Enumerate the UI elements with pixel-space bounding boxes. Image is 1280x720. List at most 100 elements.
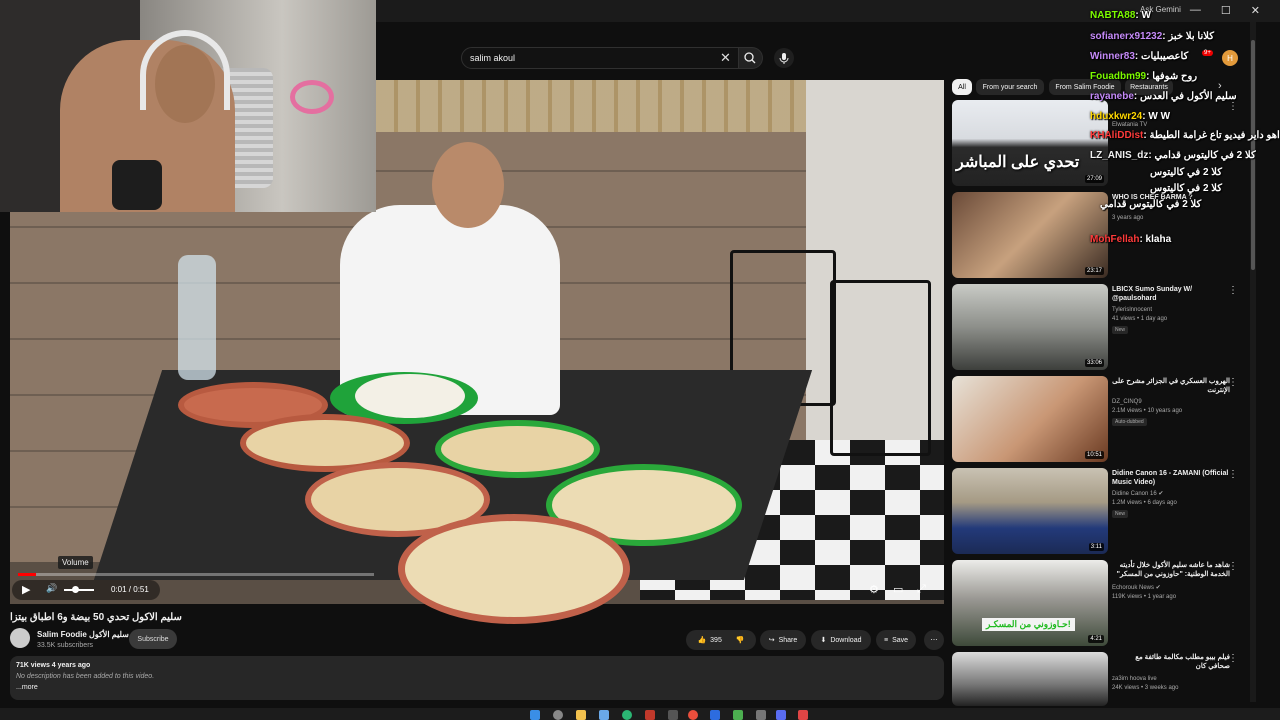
fullscreen-icon[interactable]: ⤢ [917,583,926,596]
search-taskbar-icon[interactable] [553,710,563,720]
chat-user: MohFellah [1090,234,1140,245]
thumbs-up-icon[interactable]: 👍 [697,636,706,644]
volume-tooltip: Volume [58,556,93,569]
app-icon[interactable] [710,710,720,720]
file-explorer-icon[interactable] [576,710,586,720]
chat-message: LZ_ANIS_dz: كلا 2 في كاليتوس قدامي [1090,150,1256,161]
chat-text: : اهو داير فيديو تاع غرامة الطيطة [1143,130,1280,141]
chip-from-your-search[interactable]: From your search [976,79,1044,95]
close-icon[interactable]: ✕ [1251,4,1260,17]
more-actions-button[interactable]: ⋯ [924,630,944,650]
rec-thumbnail[interactable]: 10:51 [952,376,1108,462]
chat-text: : W W [1142,111,1171,122]
chat-message: كلا 2 في كاليتوس [1150,167,1222,178]
rec-title[interactable]: LBICX Sumo Sunday W/ @paulsohard [1112,285,1230,303]
rec-channel[interactable]: Elwatania TV [1112,121,1232,129]
thumbs-down-icon[interactable]: 👎 [736,636,745,644]
download-button[interactable]: ⬇ Download [811,630,871,650]
video-scene-chair [830,280,931,456]
more-vert-icon[interactable]: ⋮ [1228,561,1238,572]
miniplayer-icon[interactable]: ▭ [893,583,903,596]
chat-user: Fouadbm99 [1090,71,1147,82]
search-icon [744,52,756,64]
rec-channel[interactable]: Tylerislnnocent [1112,306,1232,314]
progress-bar[interactable] [18,573,374,576]
rec-title[interactable]: شاهد ما عاشه سليم الأكول خلال تأديته الخ… [1112,561,1230,579]
chat-user: rayanebe [1090,91,1134,102]
headset-icon [140,30,230,110]
rec-meta: 24K views • 3 weeks ago [1112,685,1179,691]
progress-bar-played [18,573,36,576]
chat-user: Winner83 [1090,51,1135,62]
rec-channel[interactable]: Echorouk News ✔ [1112,584,1232,592]
more-vert-icon[interactable]: ⋮ [1228,653,1238,664]
pizza-plate [435,420,600,478]
settings-taskbar-icon[interactable] [756,710,766,720]
rec-thumbnail[interactable]: 3:11 [952,468,1108,554]
description-text: No description has been added to this vi… [16,673,155,680]
clear-search-icon[interactable]: ✕ [720,50,731,66]
rec-title[interactable]: فيلم بيبو مطلب مكالمة طائفة مع صحافي كان [1112,653,1230,671]
rec-thumbnail[interactable]: 33:06 [952,284,1108,370]
webcam-microphone [112,160,162,210]
app-icon[interactable] [776,710,786,720]
share-button[interactable]: ↪ Share [760,630,806,650]
description-more-link[interactable]: ...more [16,684,38,691]
rec-meta: 1.2M views • 6 days ago [1112,500,1177,506]
subscriber-count: 33.5K subscribers [37,642,94,649]
duration-badge: 27:09 [1084,175,1104,183]
more-vert-icon[interactable]: ⋮ [1228,469,1238,480]
app-icon[interactable] [733,710,743,720]
chat-text: : W [1135,10,1151,21]
edge-icon[interactable] [622,710,632,720]
chrome-icon[interactable] [688,710,698,720]
chat-message: كلا 2 في كاليتوس [1150,183,1222,194]
chat-text: كلا 2 في كاليتوس [1150,183,1223,194]
save-button[interactable]: ≡ Save [876,630,916,650]
volume-slider-handle[interactable] [72,586,79,593]
chat-message: NABTA88: W [1090,10,1151,21]
more-vert-icon[interactable]: ⋮ [1228,101,1238,112]
rec-thumbnail[interactable]: تحدي على المباشر 27:09 [952,100,1108,186]
obs-icon[interactable] [798,710,808,720]
chat-user: sofianerx91232 [1090,31,1163,42]
rec-meta: 119K views • 1 year ago [1112,594,1177,600]
volume-slider[interactable] [64,589,94,591]
rec-title[interactable]: Didine Canon 16 - ZAMANI (Official Music… [1112,469,1230,487]
duration-badge: 10:51 [1084,451,1104,459]
rec-thumbnail[interactable]: حـاوزوني من المسكـر! 4:21 [952,560,1108,646]
more-vert-icon[interactable]: ⋮ [1228,285,1238,296]
video-title: سليم الاكول تحدي 50 بيضة و6 اطباق بيتزا [10,612,182,623]
rec-channel[interactable]: DZ_CINQ9 [1112,398,1232,406]
duration-badge: 3:11 [1088,543,1104,551]
volume-icon[interactable]: 🔊 [46,583,57,594]
rec-channel[interactable]: za3im hoova live [1112,675,1232,683]
rec-thumbnail[interactable] [952,652,1108,706]
chip-all[interactable]: All [952,79,972,95]
rec-title[interactable]: الهروب العسكري في الجزائر مشرح على الإنت… [1112,377,1230,395]
more-vert-icon[interactable]: ⋮ [1228,377,1238,388]
search-query-text[interactable]: salim akoul [470,53,515,63]
rec-thumbnail[interactable]: 23:17 [952,192,1108,278]
chat-message: hduxkwr24: W W [1090,111,1170,122]
search-button[interactable] [739,47,763,69]
subscribe-button[interactable]: Subscribe [129,629,177,649]
settings-icon[interactable]: ⚙ [869,583,879,596]
app-icon[interactable] [599,710,609,720]
minimize-icon[interactable]: — [1190,4,1201,17]
chat-text: كلا 2 في كاليتوس [1150,167,1223,178]
channel-avatar[interactable] [10,628,30,648]
chat-message: rayanebe: سليم الأكول في العدس [1090,91,1237,102]
notification-badge[interactable]: 9+ [1202,50,1213,56]
start-icon[interactable] [530,710,540,720]
like-count[interactable]: 395 [710,637,722,644]
app-icon[interactable] [668,710,678,720]
app-icon[interactable] [645,710,655,720]
rec-channel[interactable]: Didine Canon 16 ✔ [1112,490,1232,498]
channel-name[interactable]: Salim Foodie سليم الأكول [37,630,129,639]
maximize-icon[interactable]: ☐ [1221,4,1231,17]
voice-search-button[interactable] [774,48,794,68]
play-icon[interactable]: ▶ [22,583,30,596]
video-scene-man-head [432,142,504,228]
account-avatar[interactable]: H [1222,50,1238,66]
